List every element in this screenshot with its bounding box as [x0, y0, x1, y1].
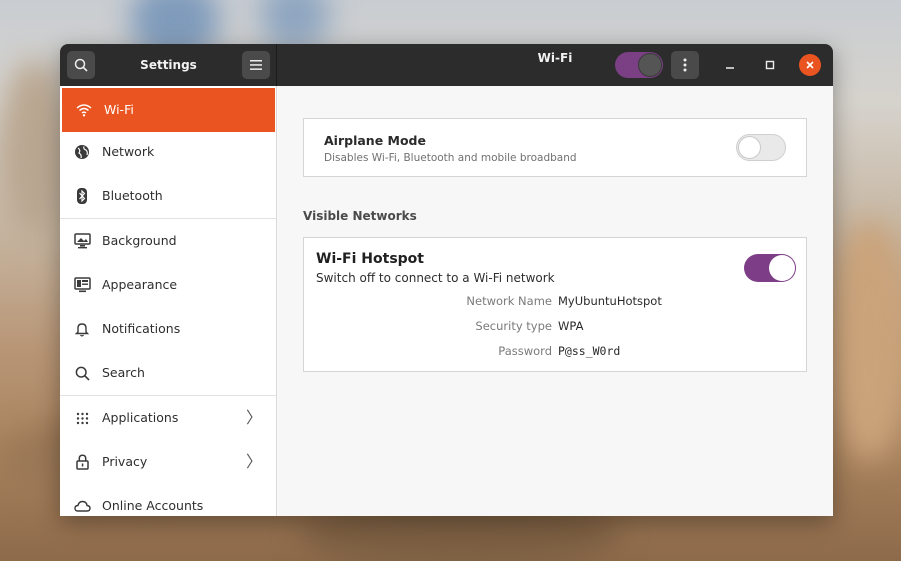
hotspot-subtitle: Switch off to connect to a Wi-Fi network	[316, 271, 555, 285]
hotspot-switch[interactable]	[744, 254, 796, 282]
bluetooth-icon	[72, 186, 92, 206]
security-type-label: Security type	[475, 319, 552, 333]
airplane-mode-row: Airplane Mode Disables Wi-Fi, Bluetooth …	[303, 118, 807, 177]
sidebar: Wi-Fi Network Bluetooth Background Appea…	[60, 86, 277, 516]
header-bar: Settings Wi-Fi	[60, 44, 833, 86]
sidebar-item-label: Wi-Fi	[104, 102, 134, 117]
network-name-label: Network Name	[466, 294, 552, 308]
sidebar-item-background[interactable]: Background	[60, 219, 276, 263]
search-button[interactable]	[67, 51, 95, 79]
toggle-knob	[769, 255, 795, 281]
chevron-right-icon: 〉	[245, 452, 262, 471]
sidebar-item-label: Online Accounts	[102, 498, 204, 513]
search-icon	[72, 363, 92, 383]
password-value: P@ss_W0rd	[558, 344, 621, 358]
wifi-panel: Airplane Mode Disables Wi-Fi, Bluetooth …	[278, 86, 833, 516]
sidebar-item-label: Network	[102, 144, 155, 159]
sidebar-item-wifi[interactable]: Wi-Fi	[62, 88, 275, 132]
appearance-icon	[72, 275, 92, 295]
sidebar-item-label: Applications	[102, 410, 179, 425]
sidebar-item-applications[interactable]: Applications 〉	[60, 396, 276, 440]
wifi-hotspot-card: Wi-Fi Hotspot Switch off to connect to a…	[303, 237, 807, 372]
cloud-icon	[72, 496, 92, 516]
sidebar-item-label: Background	[102, 233, 177, 248]
maximize-icon	[765, 60, 775, 70]
kebab-menu-icon	[683, 58, 687, 72]
sidebar-item-label: Bluetooth	[102, 188, 163, 203]
toggle-knob	[638, 53, 662, 77]
wifi-toggle[interactable]	[615, 52, 663, 78]
security-type-value: WPA	[558, 319, 584, 333]
sidebar-title: Settings	[140, 58, 197, 72]
toggle-knob	[738, 136, 761, 159]
sidebar-item-notifications[interactable]: Notifications	[60, 307, 276, 351]
sidebar-item-search[interactable]: Search	[60, 351, 276, 395]
airplane-mode-subtitle: Disables Wi-Fi, Bluetooth and mobile bro…	[324, 152, 577, 164]
sidebar-item-privacy[interactable]: Privacy 〉	[60, 440, 276, 484]
maximize-button[interactable]	[759, 54, 781, 76]
minimize-button[interactable]	[719, 54, 741, 76]
sidebar-item-label: Privacy	[102, 454, 148, 469]
sidebar-item-bluetooth[interactable]: Bluetooth	[60, 174, 276, 218]
airplane-mode-switch[interactable]	[736, 134, 786, 161]
visible-networks-heading: Visible Networks	[303, 209, 417, 223]
close-button[interactable]	[799, 54, 821, 76]
lock-icon	[72, 452, 92, 472]
network-name-value: MyUbuntuHotspot	[558, 294, 662, 308]
hamburger-icon	[250, 60, 262, 70]
sidebar-item-online-accounts[interactable]: Online Accounts	[60, 484, 276, 516]
sidebar-item-appearance[interactable]: Appearance	[60, 263, 276, 307]
close-icon	[806, 61, 814, 69]
search-icon	[74, 58, 88, 72]
sidebar-item-label: Search	[102, 365, 145, 380]
sidebar-header: Settings	[60, 44, 277, 86]
bell-icon	[72, 319, 92, 339]
wifi-icon	[74, 100, 94, 120]
sidebar-item-network[interactable]: Network	[60, 130, 276, 174]
airplane-mode-title: Airplane Mode	[324, 133, 426, 148]
password-label: Password	[498, 344, 552, 358]
monitor-icon	[72, 231, 92, 251]
chevron-right-icon: 〉	[245, 408, 262, 427]
hamburger-menu-button[interactable]	[242, 51, 270, 79]
network-globe-icon	[72, 142, 92, 162]
minimize-icon	[726, 67, 734, 69]
hotspot-title: Wi-Fi Hotspot	[316, 251, 424, 267]
settings-window: Settings Wi-Fi Wi-Fi Network Bluetooth B…	[60, 44, 833, 516]
sidebar-item-label: Appearance	[102, 277, 178, 292]
page-title: Wi-Fi	[537, 51, 573, 65]
grid-icon	[72, 408, 92, 428]
wifi-menu-button[interactable]	[671, 51, 699, 79]
sidebar-item-label: Notifications	[102, 321, 181, 336]
